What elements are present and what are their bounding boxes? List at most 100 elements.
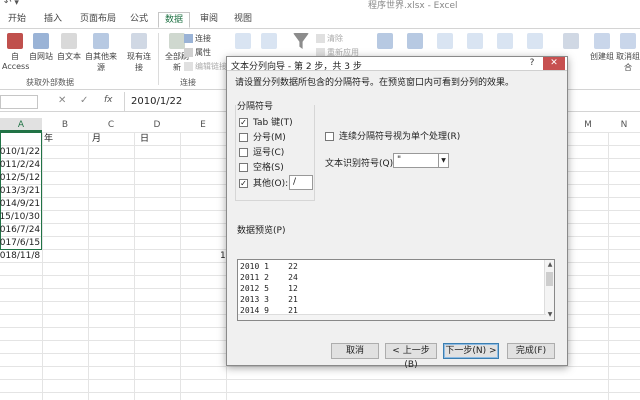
sort-icon xyxy=(261,33,277,49)
tab-view[interactable]: 视图 xyxy=(228,12,258,28)
cell-a[interactable]: 2014/9/21 xyxy=(0,198,40,210)
ribbon-tabs: 开始 插入 页面布局 公式 数据 审阅 视图 xyxy=(0,10,640,28)
clear-button[interactable]: 清除 xyxy=(316,33,343,44)
checkbox-box[interactable] xyxy=(239,163,248,172)
cell-a[interactable]: 2015/10/30 xyxy=(0,211,40,223)
preview-row: 2010 1 22 xyxy=(240,262,298,271)
edit-links-button[interactable]: 编辑链接 xyxy=(184,61,227,72)
tab-data[interactable]: 数据 xyxy=(158,12,191,28)
ribbon-separator xyxy=(158,33,159,85)
column-header-c[interactable]: C xyxy=(88,118,134,132)
tab-review[interactable]: 审阅 xyxy=(194,12,224,28)
scroll-up-icon[interactable]: ▲ xyxy=(545,260,554,270)
column-header-n[interactable]: N xyxy=(608,118,640,132)
checkbox-box[interactable] xyxy=(239,148,248,157)
data-preview[interactable]: 2010 1 22 2011 2 24 2012 5 12 2013 3 21 … xyxy=(237,259,555,321)
cell-cutoff[interactable]: 1 xyxy=(220,250,226,262)
finish-button[interactable]: 完成(F) xyxy=(507,343,555,359)
cell-a[interactable]: 2013/3/21 xyxy=(0,185,40,197)
checkbox-box[interactable] xyxy=(239,133,248,142)
preview-vertical-scrollbar[interactable]: ▲ ▼ xyxy=(544,260,554,320)
existing-connections-button[interactable]: 现有连接 xyxy=(124,33,154,73)
qualifier-select[interactable]: " ▼ xyxy=(393,153,449,168)
column-header-d[interactable]: D xyxy=(134,118,180,132)
group-label-external-data: 获取外部数据 xyxy=(26,78,74,87)
consolidate-button[interactable] xyxy=(494,33,516,51)
connections-button[interactable]: 连接 xyxy=(184,33,211,44)
cell-header-month[interactable]: 月 xyxy=(92,133,101,145)
cell-a[interactable]: 2017/6/15 xyxy=(0,237,40,249)
dialog-title-bar[interactable]: 文本分列向导 - 第 2 步，共 3 步 ? ✕ xyxy=(227,57,567,72)
cell-a[interactable]: 2010/1/22 xyxy=(0,146,40,158)
chevron-down-icon[interactable]: ▼ xyxy=(438,154,448,167)
what-if-icon xyxy=(527,33,543,49)
data-validation-icon xyxy=(467,33,483,49)
name-box[interactable] xyxy=(0,95,38,109)
preview-horizontal-scrollbar[interactable] xyxy=(238,314,546,320)
grid-line xyxy=(0,392,640,393)
group-button[interactable]: 创建组 xyxy=(590,33,614,62)
quick-access-toolbar[interactable]: ↶ ▾ xyxy=(4,0,19,8)
scroll-down-icon[interactable]: ▼ xyxy=(545,310,554,320)
dialog-title: 文本分列向导 - 第 2 步，共 3 步 xyxy=(231,62,362,72)
tab-formulas[interactable]: 公式 xyxy=(124,12,154,28)
relationships-button[interactable] xyxy=(560,33,582,51)
cell-a[interactable]: 2012/5/12 xyxy=(0,172,40,184)
flash-fill-button[interactable] xyxy=(404,33,426,51)
remove-duplicates-button[interactable] xyxy=(434,33,456,51)
column-header-b[interactable]: B xyxy=(42,118,88,132)
help-button[interactable]: ? xyxy=(525,58,539,70)
cancel-button[interactable]: 取消 xyxy=(331,343,379,359)
other-sources-icon xyxy=(93,33,109,49)
what-if-button[interactable] xyxy=(524,33,546,51)
tab-page-layout[interactable]: 页面布局 xyxy=(74,12,122,28)
tab-home[interactable]: 开始 xyxy=(2,12,32,28)
space-checkbox-label: 空格(S) xyxy=(253,163,284,173)
ungroup-button[interactable]: 取消组合 xyxy=(616,33,640,73)
existing-connections-label: 现有连接 xyxy=(127,52,151,72)
sort-az-button[interactable] xyxy=(232,33,254,51)
checkbox-box[interactable]: ✓ xyxy=(239,118,248,127)
from-web-label: 自网站 xyxy=(29,52,53,61)
cell-a[interactable]: 2016/7/24 xyxy=(0,224,40,236)
from-access-button[interactable]: 自Access xyxy=(2,33,29,71)
tab-insert[interactable]: 插入 xyxy=(38,12,68,28)
back-button[interactable]: < 上一步(B) xyxy=(385,343,437,370)
column-header-a[interactable]: A xyxy=(0,118,42,132)
cell-header-year[interactable]: 年 xyxy=(44,133,53,145)
text-to-columns-button[interactable] xyxy=(374,33,396,51)
properties-icon xyxy=(184,48,193,57)
filter-button[interactable] xyxy=(290,33,312,51)
cell-header-day[interactable]: 日 xyxy=(140,133,149,145)
data-validation-button[interactable] xyxy=(464,33,486,51)
properties-button[interactable]: 属性 xyxy=(184,47,211,58)
link-icon xyxy=(184,34,193,43)
other-delimiter-input[interactable]: / xyxy=(289,175,313,190)
cell-a[interactable]: 2018/11/8 xyxy=(0,250,40,262)
column-header-m[interactable]: M xyxy=(568,118,608,132)
connections-label: 连接 xyxy=(195,34,211,43)
clear-label: 清除 xyxy=(327,34,343,43)
fx-icon[interactable]: fx xyxy=(104,95,113,105)
group-label-connections: 连接 xyxy=(180,78,196,87)
qualifier-label: 文本识别符号(Q): xyxy=(325,159,397,169)
sort-button[interactable] xyxy=(258,33,280,51)
enter-icon[interactable]: ✓ xyxy=(80,95,88,106)
qualifier-value: " xyxy=(397,155,402,165)
next-button[interactable]: 下一步(N) > xyxy=(443,343,499,359)
preview-row: 2011 2 24 xyxy=(240,273,298,282)
grid-line xyxy=(88,132,89,400)
preview-row: 2013 3 21 xyxy=(240,295,298,304)
relationships-icon xyxy=(563,33,579,49)
column-header-e[interactable]: E xyxy=(180,118,226,132)
cell-a[interactable]: 2011/2/24 xyxy=(0,159,40,171)
checkbox-box[interactable] xyxy=(325,132,334,141)
cancel-icon[interactable]: ✕ xyxy=(58,95,66,106)
scroll-thumb[interactable] xyxy=(546,272,553,286)
checkbox-box[interactable]: ✓ xyxy=(239,179,248,188)
from-other-sources-button[interactable]: 自其他来源 xyxy=(84,33,118,73)
from-web-button[interactable]: 自网站 xyxy=(28,33,54,62)
from-text-button[interactable]: 自文本 xyxy=(56,33,82,62)
close-button[interactable]: ✕ xyxy=(543,57,565,70)
from-other-label: 自其他来源 xyxy=(85,52,117,72)
